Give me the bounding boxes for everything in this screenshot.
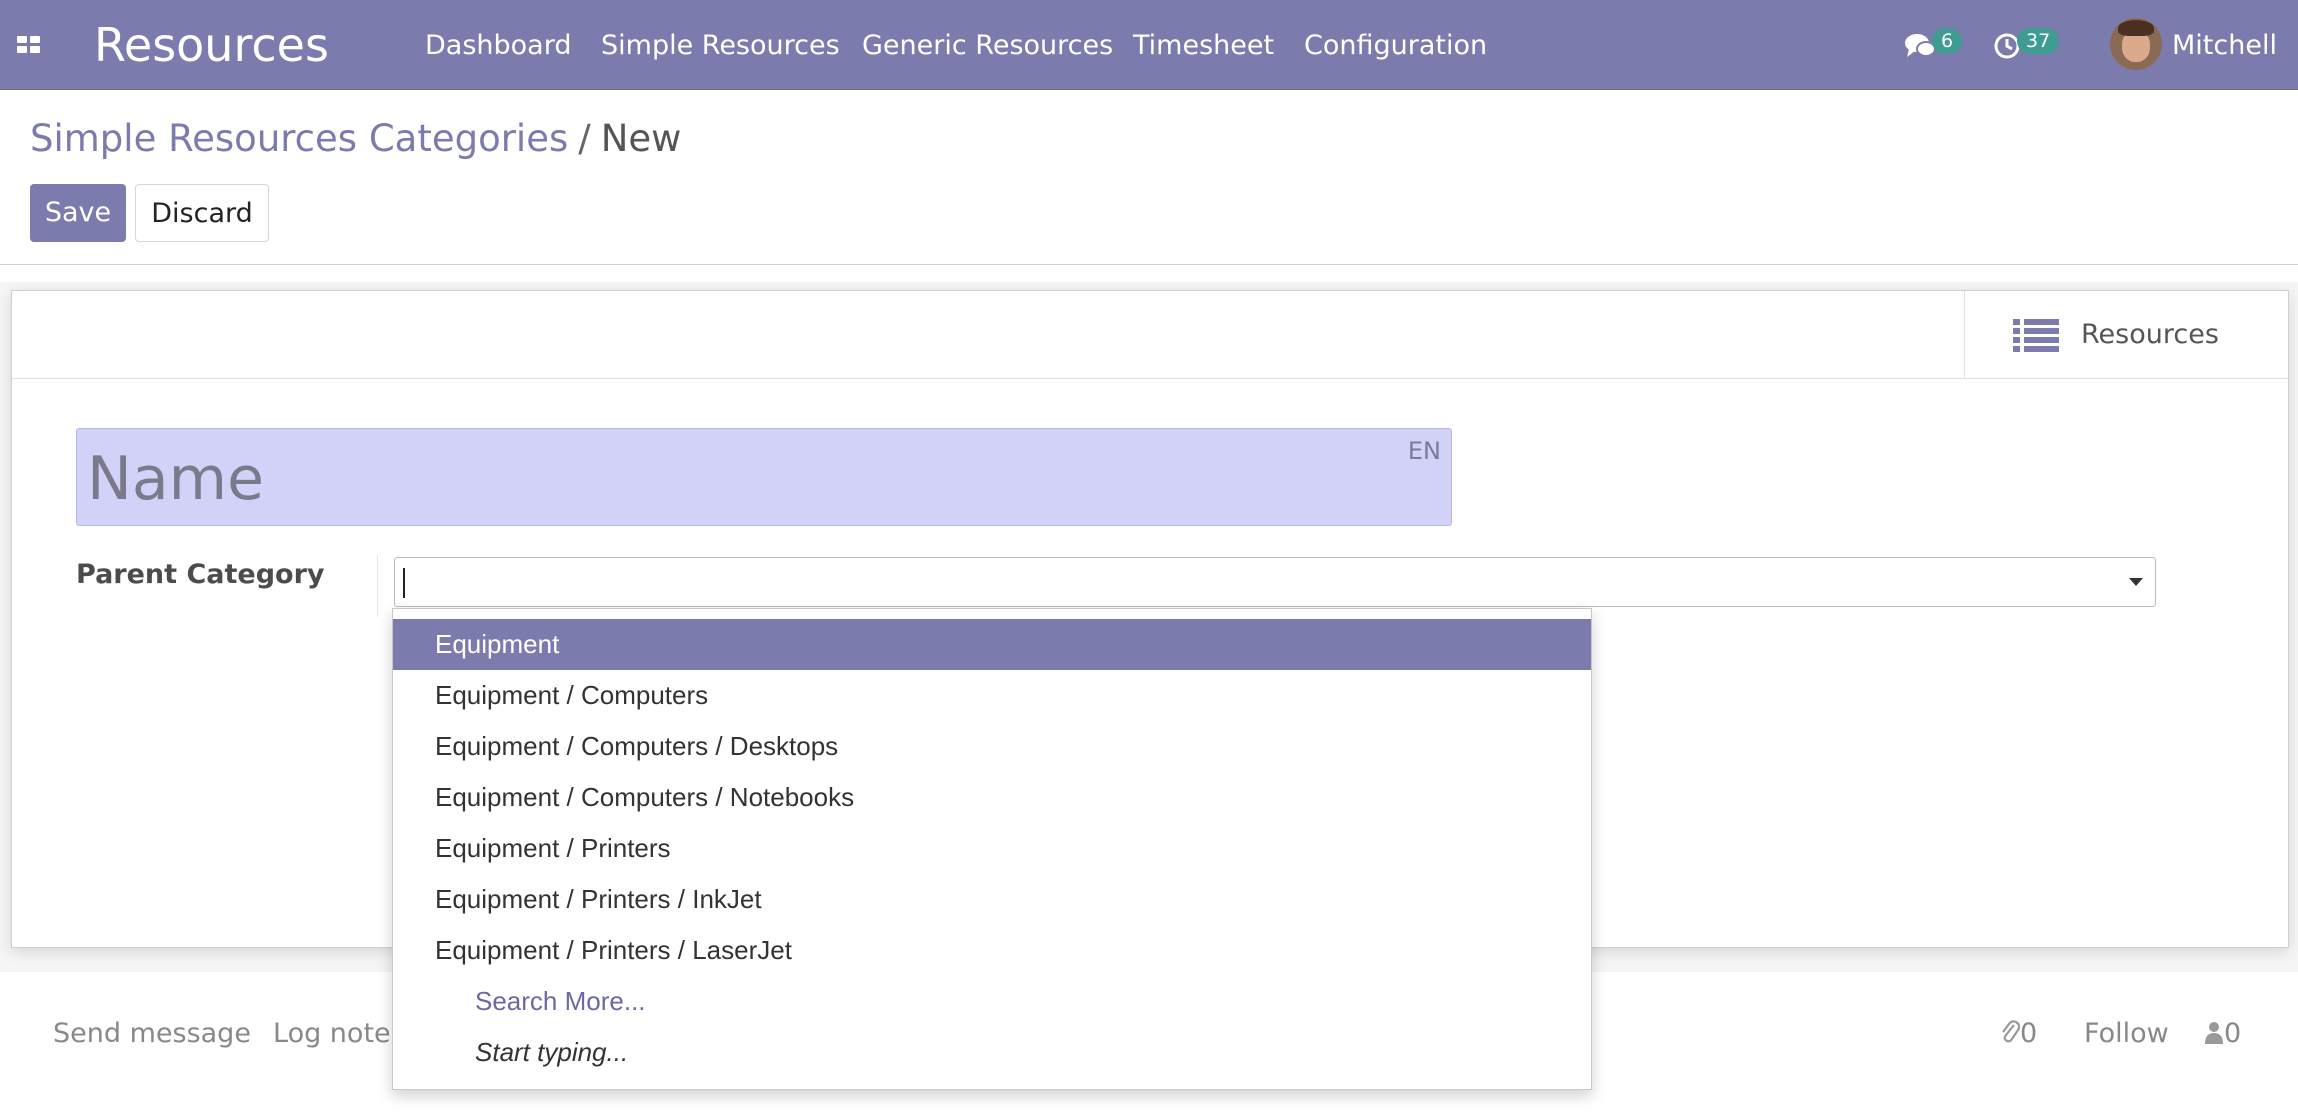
followers-button[interactable]: 0: [2204, 1016, 2241, 1052]
dropdown-arrow-icon[interactable]: [2129, 578, 2143, 586]
breadcrumb: Simple Resources Categories / New: [30, 116, 681, 162]
autocomplete-option[interactable]: Equipment / Printers / InkJet: [393, 874, 1591, 925]
menu-configuration[interactable]: Configuration: [1304, 28, 1487, 64]
start-typing-hint: Start typing...: [475, 1037, 629, 1067]
parent-category-input[interactable]: [394, 557, 2156, 607]
breadcrumb-parent-link[interactable]: Simple Resources Categories: [30, 117, 568, 160]
followers-count: 0: [2224, 1018, 2242, 1049]
menu-dashboard[interactable]: Dashboard: [425, 28, 571, 64]
user-icon: [2205, 1022, 2223, 1044]
activities-button[interactable]: 37: [1993, 28, 2063, 64]
chat-bubbles-icon: [1905, 34, 1936, 57]
messages-button[interactable]: 6: [1904, 28, 1964, 64]
parent-category-autocomplete: Equipment Equipment / Computers Equipmen…: [392, 608, 1592, 1090]
autocomplete-option[interactable]: Equipment / Printers / LaserJet: [393, 925, 1591, 976]
language-button[interactable]: EN: [1408, 435, 1441, 467]
attachments-button[interactable]: 0: [2000, 1016, 2037, 1052]
parent-category-label: Parent Category: [76, 559, 325, 590]
send-message-button[interactable]: Send message: [53, 1016, 251, 1052]
resources-smart-button[interactable]: Resources: [1964, 291, 2288, 379]
autocomplete-option[interactable]: Equipment / Computers / Notebooks: [393, 772, 1591, 823]
apps-grid-icon[interactable]: [17, 36, 41, 54]
autocomplete-option[interactable]: Equipment / Computers: [393, 670, 1591, 721]
autocomplete-option[interactable]: Equipment / Printers: [393, 823, 1591, 874]
control-panel-divider: [0, 264, 2298, 265]
search-more-link[interactable]: Search More...: [393, 976, 1591, 1027]
avatar[interactable]: [2110, 18, 2162, 70]
app-title: Resources: [94, 18, 329, 72]
name-input[interactable]: Name EN: [76, 428, 1452, 526]
autocomplete-option[interactable]: Equipment: [393, 619, 1591, 670]
breadcrumb-current: New: [600, 117, 682, 160]
paperclip-icon: [2002, 1020, 2021, 1043]
menu-simple-resources[interactable]: Simple Resources: [601, 28, 840, 64]
follow-button[interactable]: Follow: [2084, 1016, 2169, 1052]
label-divider: [377, 555, 378, 617]
save-button[interactable]: Save: [30, 184, 126, 242]
text-cursor: [403, 568, 405, 598]
resources-smart-button-label: Resources: [2081, 319, 2219, 350]
breadcrumb-separator: /: [578, 117, 591, 160]
messages-count-badge: 6: [1932, 28, 1963, 54]
smart-button-box: Resources: [12, 291, 2288, 379]
name-placeholder: Name: [87, 444, 265, 514]
top-navbar: Resources Dashboard Simple Resources Gen…: [0, 0, 2298, 90]
user-menu[interactable]: Mitchell: [2172, 28, 2277, 64]
menu-timesheet[interactable]: Timesheet: [1133, 28, 1274, 64]
menu-generic-resources[interactable]: Generic Resources: [862, 28, 1113, 64]
list-icon: [2013, 319, 2059, 352]
discard-button[interactable]: Discard: [135, 184, 269, 242]
autocomplete-option[interactable]: Equipment / Computers / Desktops: [393, 721, 1591, 772]
attachments-count: 0: [2020, 1018, 2038, 1049]
activities-count-badge: 37: [2017, 28, 2060, 54]
log-note-button[interactable]: Log note: [273, 1016, 391, 1052]
